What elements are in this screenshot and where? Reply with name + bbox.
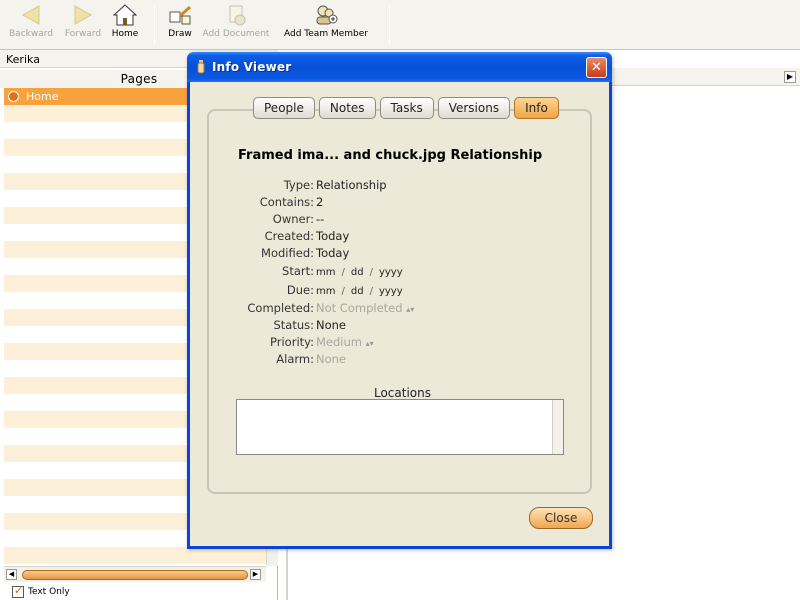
text-only-toggle[interactable]: Text Only — [12, 584, 70, 598]
priority-select[interactable]: Medium ▴▾ — [314, 335, 374, 349]
completed-select[interactable]: Not Completed ▴▾ — [314, 301, 414, 315]
arrow-right-icon — [74, 5, 93, 25]
prop-created: Created: Today — [264, 229, 350, 243]
forward-label: Forward — [64, 29, 102, 39]
prop-owner: Owner: -- — [272, 212, 325, 226]
created-value: Today — [316, 229, 350, 243]
due-date-field[interactable]: mm / dd / yyyy — [314, 286, 403, 297]
scroll-left-icon[interactable]: ◀ — [6, 569, 17, 580]
forward-button[interactable]: Forward — [62, 2, 104, 46]
relationship-title: Framed ima... and chuck.jpg Relationship — [238, 148, 543, 163]
tab-notes[interactable]: Notes — [318, 97, 376, 119]
info-viewer-icon — [197, 60, 205, 74]
info-viewer-dialog: Info Viewer ✕ People Notes Tasks Version… — [187, 52, 612, 549]
status-value: None — [316, 318, 347, 332]
page-item-label: Home — [26, 90, 59, 103]
modified-value: Today — [316, 246, 350, 260]
chevron-right-icon[interactable]: ▶ — [784, 71, 796, 83]
arrow-left-icon — [21, 5, 40, 25]
prop-start: Start: mm / dd / yyyy — [282, 264, 403, 278]
add-team-member-icon — [316, 5, 338, 25]
backward-label: Backward — [9, 29, 53, 39]
text-only-checkbox[interactable] — [12, 584, 24, 598]
dialog-title: Info Viewer — [212, 60, 292, 74]
start-date-field[interactable]: mm / dd / yyyy — [314, 267, 403, 278]
text-only-label: Text Only — [28, 587, 70, 597]
home-icon — [113, 4, 137, 26]
tab-tasks[interactable]: Tasks — [379, 97, 434, 119]
close-icon[interactable]: ✕ — [586, 57, 607, 78]
prop-contains: Contains: 2 — [259, 195, 324, 209]
prop-priority: Priority: Medium ▴▾ — [270, 335, 374, 349]
draw-icon — [169, 5, 192, 25]
add-document-button[interactable]: Add Document — [201, 2, 271, 46]
toolbar-separator — [154, 6, 155, 44]
dialog-titlebar[interactable]: Info Viewer ✕ — [187, 52, 612, 82]
select-arrows-icon: ▴▾ — [365, 339, 374, 348]
page-list-horizontal-scrollbar[interactable]: ◀ ▶ — [4, 566, 266, 582]
tab-people[interactable]: People — [253, 97, 315, 119]
prop-due: Due: mm / dd / yyyy — [286, 283, 403, 297]
tab-info[interactable]: Info — [514, 97, 559, 119]
home-label: Home — [111, 29, 139, 39]
prop-status: Status: None — [273, 318, 347, 332]
add-document-label: Add Document — [202, 29, 270, 39]
prop-modified: Modified: Today — [261, 246, 350, 260]
scrollbar-thumb[interactable] — [22, 570, 248, 580]
backward-button[interactable]: Backward — [8, 2, 54, 46]
draw-button[interactable]: Draw — [166, 2, 194, 46]
main-toolbar: Backward Forward Home Draw Add Document … — [0, 0, 800, 50]
contains-value: 2 — [316, 195, 324, 209]
draw-label: Draw — [168, 29, 192, 39]
info-tabs: People Notes Tasks Versions Info — [253, 97, 559, 119]
select-arrows-icon: ▴▾ — [406, 305, 415, 314]
locations-scrollbar[interactable] — [552, 400, 563, 454]
scroll-right-icon[interactable]: ▶ — [250, 569, 261, 580]
locations-label: Locations — [373, 386, 431, 400]
home-button[interactable]: Home — [110, 2, 140, 46]
prop-type: Type: Relationship — [283, 178, 387, 192]
owner-value: -- — [316, 212, 325, 226]
add-team-member-label: Add Team Member — [284, 29, 368, 39]
add-team-member-button[interactable]: Add Team Member — [281, 2, 371, 46]
toolbar-separator — [389, 6, 390, 44]
tab-versions[interactable]: Versions — [437, 97, 511, 119]
add-document-icon — [229, 5, 246, 26]
prop-alarm: Alarm: None — [276, 352, 347, 366]
type-value: Relationship — [316, 178, 387, 192]
alarm-value[interactable]: None — [314, 352, 346, 366]
prop-completed: Completed: Not Completed ▴▾ — [247, 301, 415, 315]
home-page-icon — [8, 91, 19, 102]
locations-list[interactable] — [236, 399, 564, 455]
close-button[interactable]: Close — [529, 507, 593, 529]
